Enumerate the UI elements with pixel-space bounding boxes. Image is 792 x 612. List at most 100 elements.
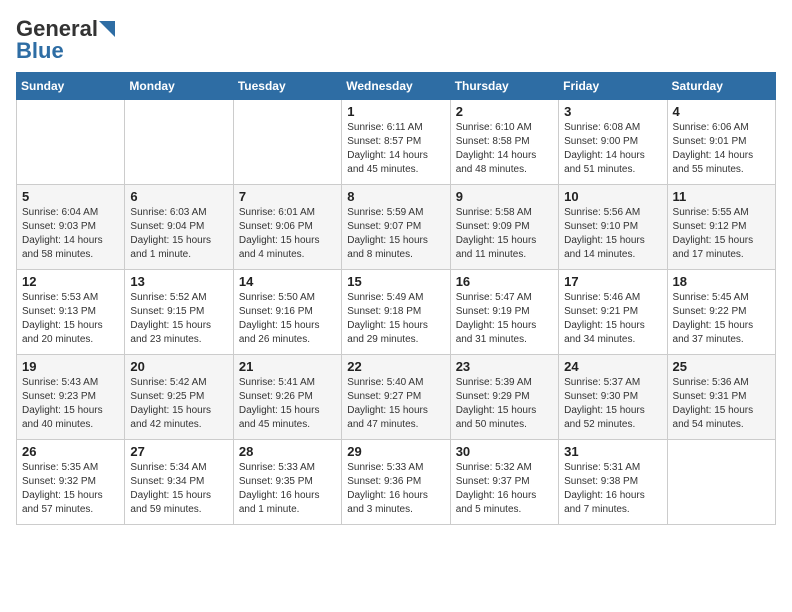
day-number: 28: [239, 444, 337, 459]
day-number: 1: [347, 104, 445, 119]
cell-info: Sunrise: 5:45 AM Sunset: 9:22 PM Dayligh…: [673, 291, 771, 347]
calendar-cell: [233, 100, 341, 185]
cell-info: Sunrise: 5:46 AM Sunset: 9:21 PM Dayligh…: [564, 291, 662, 347]
day-number: 10: [564, 189, 662, 204]
logo-blue: Blue: [16, 38, 64, 64]
day-number: 19: [22, 359, 120, 374]
calendar-cell: [125, 100, 233, 185]
cell-info: Sunrise: 6:04 AM Sunset: 9:03 PM Dayligh…: [22, 206, 120, 262]
day-number: 21: [239, 359, 337, 374]
cell-info: Sunrise: 6:11 AM Sunset: 8:57 PM Dayligh…: [347, 121, 445, 177]
calendar-cell: 5 Sunrise: 6:04 AM Sunset: 9:03 PM Daylig…: [17, 185, 125, 270]
column-header-monday: Monday: [125, 73, 233, 100]
cell-info: Sunrise: 6:06 AM Sunset: 9:01 PM Dayligh…: [673, 121, 771, 177]
day-number: 26: [22, 444, 120, 459]
day-number: 20: [130, 359, 228, 374]
calendar-cell: 26 Sunrise: 5:35 AM Sunset: 9:32 PM Dayli…: [17, 440, 125, 525]
cell-info: Sunrise: 5:58 AM Sunset: 9:09 PM Dayligh…: [456, 206, 554, 262]
calendar-cell: 31 Sunrise: 5:31 AM Sunset: 9:38 PM Dayli…: [559, 440, 667, 525]
day-number: 9: [456, 189, 554, 204]
day-number: 29: [347, 444, 445, 459]
day-number: 24: [564, 359, 662, 374]
day-number: 2: [456, 104, 554, 119]
day-number: 14: [239, 274, 337, 289]
calendar-cell: 29 Sunrise: 5:33 AM Sunset: 9:36 PM Dayli…: [342, 440, 450, 525]
day-number: 7: [239, 189, 337, 204]
cell-info: Sunrise: 5:31 AM Sunset: 9:38 PM Dayligh…: [564, 461, 662, 517]
day-number: 8: [347, 189, 445, 204]
column-header-sunday: Sunday: [17, 73, 125, 100]
calendar-cell: 2 Sunrise: 6:10 AM Sunset: 8:58 PM Daylig…: [450, 100, 558, 185]
cell-info: Sunrise: 5:42 AM Sunset: 9:25 PM Dayligh…: [130, 376, 228, 432]
day-number: 4: [673, 104, 771, 119]
calendar-cell: 30 Sunrise: 5:32 AM Sunset: 9:37 PM Dayli…: [450, 440, 558, 525]
day-number: 15: [347, 274, 445, 289]
calendar-cell: 13Sunrise: 5:52 AM Sunset: 9:15 PM Dayli…: [125, 270, 233, 355]
day-number: 11: [673, 189, 771, 204]
calendar-cell: 27Sunrise: 5:34 AM Sunset: 9:34 PM Dayli…: [125, 440, 233, 525]
cell-info: Sunrise: 5:32 AM Sunset: 9:37 PM Dayligh…: [456, 461, 554, 517]
calendar-cell: 9 Sunrise: 5:58 AM Sunset: 9:09 PM Daylig…: [450, 185, 558, 270]
cell-info: Sunrise: 5:40 AM Sunset: 9:27 PM Dayligh…: [347, 376, 445, 432]
cell-info: Sunrise: 5:59 AM Sunset: 9:07 PM Dayligh…: [347, 206, 445, 262]
calendar-cell: 24 Sunrise: 5:37 AM Sunset: 9:30 PM Dayli…: [559, 355, 667, 440]
cell-info: Sunrise: 6:10 AM Sunset: 8:58 PM Dayligh…: [456, 121, 554, 177]
calendar-cell: 22 Sunrise: 5:40 AM Sunset: 9:27 PM Dayli…: [342, 355, 450, 440]
cell-info: Sunrise: 5:34 AM Sunset: 9:34 PM Dayligh…: [130, 461, 228, 517]
column-header-friday: Friday: [559, 73, 667, 100]
cell-info: Sunrise: 5:39 AM Sunset: 9:29 PM Dayligh…: [456, 376, 554, 432]
calendar-cell: 4 Sunrise: 6:06 AM Sunset: 9:01 PM Daylig…: [667, 100, 775, 185]
cell-info: Sunrise: 6:08 AM Sunset: 9:00 PM Dayligh…: [564, 121, 662, 177]
day-number: 16: [456, 274, 554, 289]
calendar-cell: 18 Sunrise: 5:45 AM Sunset: 9:22 PM Dayli…: [667, 270, 775, 355]
calendar-cell: 3Sunrise: 6:08 AM Sunset: 9:00 PM Daylig…: [559, 100, 667, 185]
cell-info: Sunrise: 5:37 AM Sunset: 9:30 PM Dayligh…: [564, 376, 662, 432]
calendar-week-row: 12Sunrise: 5:53 AM Sunset: 9:13 PM Dayli…: [17, 270, 776, 355]
cell-info: Sunrise: 5:55 AM Sunset: 9:12 PM Dayligh…: [673, 206, 771, 262]
day-number: 30: [456, 444, 554, 459]
day-number: 23: [456, 359, 554, 374]
calendar-week-row: 26 Sunrise: 5:35 AM Sunset: 9:32 PM Dayli…: [17, 440, 776, 525]
cell-info: Sunrise: 6:01 AM Sunset: 9:06 PM Dayligh…: [239, 206, 337, 262]
cell-info: Sunrise: 5:41 AM Sunset: 9:26 PM Dayligh…: [239, 376, 337, 432]
day-number: 22: [347, 359, 445, 374]
day-number: 12: [22, 274, 120, 289]
calendar-cell: 1 Sunrise: 6:11 AM Sunset: 8:57 PM Daylig…: [342, 100, 450, 185]
page-header: General Blue: [16, 16, 776, 64]
day-number: 17: [564, 274, 662, 289]
cell-info: Sunrise: 5:36 AM Sunset: 9:31 PM Dayligh…: [673, 376, 771, 432]
calendar-cell: 17 Sunrise: 5:46 AM Sunset: 9:21 PM Dayli…: [559, 270, 667, 355]
calendar-cell: 11 Sunrise: 5:55 AM Sunset: 9:12 PM Dayli…: [667, 185, 775, 270]
calendar-cell: 15 Sunrise: 5:49 AM Sunset: 9:18 PM Dayli…: [342, 270, 450, 355]
logo: General Blue: [16, 16, 115, 64]
day-number: 25: [673, 359, 771, 374]
cell-info: Sunrise: 5:47 AM Sunset: 9:19 PM Dayligh…: [456, 291, 554, 347]
calendar-cell: 10 Sunrise: 5:56 AM Sunset: 9:10 PM Dayli…: [559, 185, 667, 270]
column-header-tuesday: Tuesday: [233, 73, 341, 100]
cell-info: Sunrise: 5:56 AM Sunset: 9:10 PM Dayligh…: [564, 206, 662, 262]
cell-info: Sunrise: 5:33 AM Sunset: 9:36 PM Dayligh…: [347, 461, 445, 517]
day-number: 31: [564, 444, 662, 459]
calendar-week-row: 19Sunrise: 5:43 AM Sunset: 9:23 PM Dayli…: [17, 355, 776, 440]
cell-info: Sunrise: 5:49 AM Sunset: 9:18 PM Dayligh…: [347, 291, 445, 347]
cell-info: Sunrise: 5:33 AM Sunset: 9:35 PM Dayligh…: [239, 461, 337, 517]
calendar-cell: 14Sunrise: 5:50 AM Sunset: 9:16 PM Dayli…: [233, 270, 341, 355]
calendar-cell: 8 Sunrise: 5:59 AM Sunset: 9:07 PM Daylig…: [342, 185, 450, 270]
day-number: 5: [22, 189, 120, 204]
calendar-cell: 6 Sunrise: 6:03 AM Sunset: 9:04 PM Daylig…: [125, 185, 233, 270]
calendar-cell: [667, 440, 775, 525]
calendar-cell: 20 Sunrise: 5:42 AM Sunset: 9:25 PM Dayli…: [125, 355, 233, 440]
calendar-cell: [17, 100, 125, 185]
column-header-wednesday: Wednesday: [342, 73, 450, 100]
calendar-week-row: 1 Sunrise: 6:11 AM Sunset: 8:57 PM Daylig…: [17, 100, 776, 185]
cell-info: Sunrise: 6:03 AM Sunset: 9:04 PM Dayligh…: [130, 206, 228, 262]
calendar-cell: 7 Sunrise: 6:01 AM Sunset: 9:06 PM Daylig…: [233, 185, 341, 270]
day-number: 6: [130, 189, 228, 204]
calendar-cell: 16 Sunrise: 5:47 AM Sunset: 9:19 PM Dayli…: [450, 270, 558, 355]
calendar-header-row: SundayMondayTuesdayWednesdayThursdayFrid…: [17, 73, 776, 100]
cell-info: Sunrise: 5:35 AM Sunset: 9:32 PM Dayligh…: [22, 461, 120, 517]
calendar-week-row: 5 Sunrise: 6:04 AM Sunset: 9:03 PM Daylig…: [17, 185, 776, 270]
column-header-thursday: Thursday: [450, 73, 558, 100]
cell-info: Sunrise: 5:52 AM Sunset: 9:15 PM Dayligh…: [130, 291, 228, 347]
day-number: 18: [673, 274, 771, 289]
